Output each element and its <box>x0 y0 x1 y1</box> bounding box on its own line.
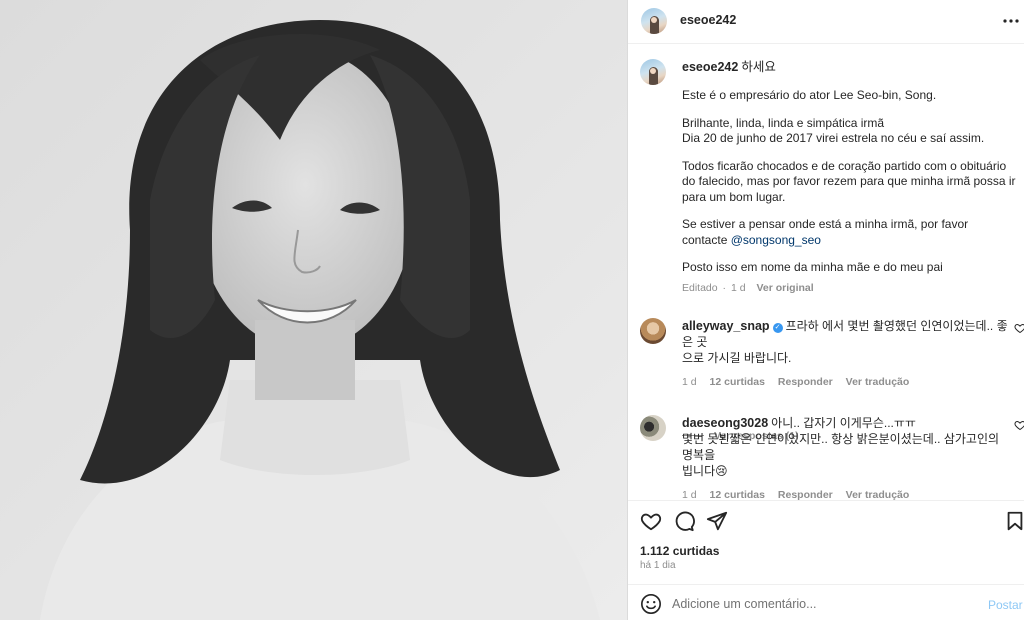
post-detail-panel: eseoe242 eseoe242 하세요 Este é o empresário… <box>627 0 1024 620</box>
add-comment-bar: Postar <box>628 584 1024 620</box>
post-comment-button[interactable]: Postar <box>988 598 1023 612</box>
comment-meta: 1 d 12 curtidas Responder Ver tradução <box>682 487 1012 500</box>
caption-line: Se estiver a pensar onde está a minha ir… <box>682 217 969 231</box>
comment-likes-link[interactable]: 12 curtidas <box>710 376 765 388</box>
comment-text-line: daeseong3028 아니.. 갑자기 이게무슨...ㅠㅠ <box>682 415 1012 431</box>
author-avatar[interactable] <box>641 8 667 34</box>
caption-age: 1 d <box>730 281 746 294</box>
caption-paragraph: Brilhante, linda, linda e simpática irmã… <box>682 116 1022 147</box>
commenter-username[interactable]: alleyway_snap <box>682 319 770 333</box>
post-timestamp: há 1 dia <box>640 560 676 571</box>
commenter-avatar[interactable] <box>640 415 666 441</box>
caption-line: Este é o empresário do ator Lee Seo-bin,… <box>682 88 937 102</box>
bookmark-icon[interactable] <box>1004 510 1024 532</box>
caption-line: para um bom lugar. <box>682 189 786 204</box>
post-photo[interactable] <box>0 0 627 620</box>
emoji-icon[interactable] <box>640 593 662 615</box>
caption-line: Posto isso em nome da minha mãe e do meu… <box>682 260 943 274</box>
caption-meta: Editado · 1 d Ver original <box>682 282 1022 294</box>
comment-meta: 1 d 12 curtidas Responder Ver tradução <box>682 374 1012 390</box>
comment-likes-link[interactable]: 12 curtidas <box>710 489 765 500</box>
caption-first-line: 하세요 <box>741 60 776 74</box>
comment-text-line: 빕니다😢 <box>682 464 728 478</box>
comment-text-line: 몇번 못뵌짧은 인연이었지만.. 항상 밝은분이셨는데.. 삼가고인의 명복을 <box>682 432 1000 462</box>
reply-button[interactable]: Responder <box>778 376 833 388</box>
caption-line: contacte @songsong_seo <box>682 233 1022 249</box>
verified-badge-icon: ✓ <box>772 323 783 333</box>
edited-label: Editado <box>682 281 718 294</box>
caption-paragraph: Se estiver a pensar onde está a minha ir… <box>682 217 1022 248</box>
comments-list[interactable]: eseoe242 하세요 Este é o empresário do ator … <box>628 45 1024 500</box>
comment-text-line: 으로 가시길 바랍니다. <box>682 351 792 365</box>
comment-bubble-icon[interactable] <box>673 510 695 532</box>
like-heart-icon[interactable] <box>640 510 662 532</box>
reply-button[interactable]: Responder <box>778 489 833 500</box>
caption-paragraph: Este é o empresário do ator Lee Seo-bin,… <box>682 88 1022 104</box>
caption-line: Todos ficarão chocados e de coração part… <box>682 158 1007 173</box>
more-options-icon[interactable] <box>1002 12 1020 30</box>
see-original-button[interactable]: Ver original <box>757 282 814 294</box>
caption-author-avatar[interactable] <box>640 59 666 85</box>
caption-username[interactable]: eseoe242 <box>682 60 738 74</box>
caption-paragraph: Posto isso em nome da minha mãe e do meu… <box>682 260 1022 276</box>
caption-line: do falecido, mas por favor rezem para qu… <box>682 174 1016 188</box>
commenter-username[interactable]: daeseong3028 <box>682 416 768 430</box>
post-actions: 1.112 curtidas há 1 dia <box>628 500 1024 584</box>
post-header: eseoe242 <box>628 0 1024 44</box>
separator-dot: · <box>722 281 727 294</box>
translate-button[interactable]: Ver tradução <box>846 489 910 500</box>
caption-paragraph: Todos ficarão chocados e de coração part… <box>682 159 1022 206</box>
commenter-avatar[interactable] <box>640 318 666 344</box>
comment-like-icon[interactable] <box>1014 419 1024 431</box>
like-count[interactable]: 1.112 curtidas <box>640 544 719 558</box>
comment-age: 1 d <box>682 376 697 388</box>
comment-text-line: alleyway_snap ✓ 프라하 에서 몇번 촬영했던 인연이었는데.. 좋은… <box>682 318 1012 350</box>
mention-link[interactable]: @songsong_seo <box>731 233 821 247</box>
author-username[interactable]: eseoe242 <box>680 13 736 27</box>
share-paper-plane-icon[interactable] <box>706 510 728 532</box>
translate-button[interactable]: Ver tradução <box>846 376 910 388</box>
contact-prefix: contacte <box>682 232 731 247</box>
caption-line: Dia 20 de junho de 2017 virei estrela no… <box>682 131 985 145</box>
caption-line: Brilhante, linda, linda e simpática irmã <box>682 115 885 130</box>
comment-text: 아니.. 갑자기 이게무슨...ㅠㅠ <box>771 416 916 430</box>
comment-like-icon[interactable] <box>1014 322 1024 334</box>
comment-input[interactable] <box>672 593 972 615</box>
comment-age: 1 d <box>682 489 697 500</box>
portrait-image <box>0 0 627 620</box>
